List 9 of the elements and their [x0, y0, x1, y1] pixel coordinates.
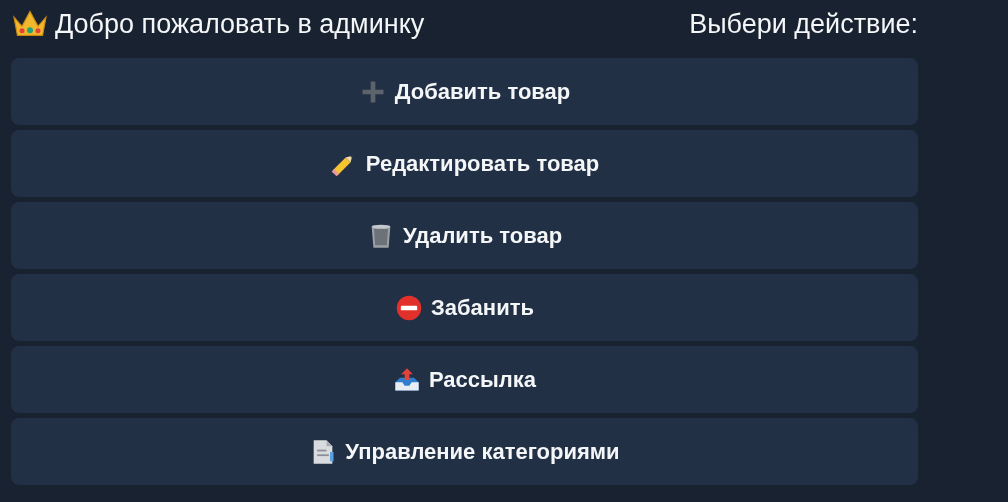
menu-button[interactable]: Удалить товар	[11, 202, 918, 269]
menu-button[interactable]: Редактировать товар	[11, 130, 918, 197]
menu-button[interactable]: Рассылка	[11, 346, 918, 413]
prompt-text: Выбери действие:	[689, 8, 918, 40]
welcome-title: Добро пожаловать в админку	[55, 8, 425, 40]
menu-button[interactable]: Забанить	[11, 274, 918, 341]
menu-button[interactable]: Управление категориями	[11, 418, 918, 485]
no-entry-icon	[395, 293, 423, 322]
menu-button[interactable]: Добавить товар	[11, 58, 918, 125]
